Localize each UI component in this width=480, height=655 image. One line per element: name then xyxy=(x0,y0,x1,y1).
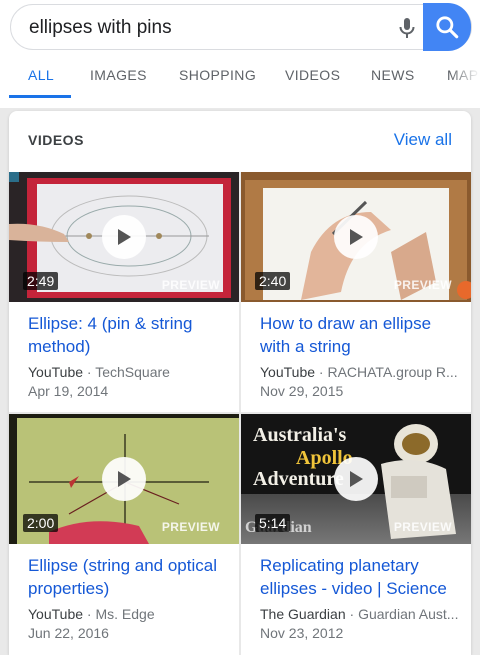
video-result-1[interactable]: 2:49 PREVIEW Ellipse: 4 (pin & string me… xyxy=(9,172,239,412)
tab-images[interactable]: IMAGES xyxy=(90,62,147,98)
active-tab-indicator xyxy=(9,95,71,98)
video-result-4[interactable]: Australia's Apollo Adventure Guardian 5:… xyxy=(241,414,471,655)
microphone-icon[interactable] xyxy=(395,16,419,40)
video-channel: Guardian Aust... xyxy=(358,606,459,622)
search-input[interactable] xyxy=(29,15,369,41)
video-date: Apr 19, 2014 xyxy=(28,383,109,399)
tab-news[interactable]: NEWS xyxy=(371,62,415,98)
video-title[interactable]: Replicating planetary ellipses - video |… xyxy=(260,554,460,600)
tabs-fade xyxy=(450,62,480,92)
video-duration: 2:00 xyxy=(23,514,59,532)
preview-label: PREVIEW xyxy=(161,520,220,534)
search-tabs: ALL IMAGES SHOPPING VIDEOS NEWS MAP xyxy=(0,62,480,100)
video-date: Jun 22, 2016 xyxy=(28,625,109,641)
video-duration: 2:40 xyxy=(255,272,291,290)
preview-label: PREVIEW xyxy=(393,278,452,292)
tab-shopping[interactable]: SHOPPING xyxy=(179,62,256,98)
play-icon xyxy=(102,215,146,259)
play-icon xyxy=(334,457,378,501)
video-source: The Guardian · Guardian Aust... xyxy=(260,606,459,622)
view-all-link[interactable]: View all xyxy=(394,130,452,150)
play-icon xyxy=(334,215,378,259)
search-icon xyxy=(436,16,459,39)
video-title[interactable]: Ellipse (string and optical properties) xyxy=(28,554,228,600)
videos-card-title: VIDEOS xyxy=(28,132,84,148)
video-source-name: YouTube xyxy=(260,364,316,380)
video-thumbnail[interactable]: 2:40 PREVIEW xyxy=(241,172,471,302)
preview-label: PREVIEW xyxy=(393,520,452,534)
search-button[interactable] xyxy=(423,3,471,51)
video-channel: RACHATA.group R... xyxy=(327,364,458,380)
video-result-3[interactable]: 2:00 PREVIEW Ellipse (string and optical… xyxy=(9,414,239,655)
preview-label: PREVIEW xyxy=(161,278,220,292)
video-thumbnail[interactable]: Australia's Apollo Adventure Guardian 5:… xyxy=(241,414,471,544)
video-source: YouTube · Ms. Edge xyxy=(28,606,155,622)
video-result-2[interactable]: 2:40 PREVIEW How to draw an ellipse with… xyxy=(241,172,471,412)
video-duration: 5:14 xyxy=(255,514,291,532)
tab-videos[interactable]: VIDEOS xyxy=(285,62,340,98)
video-channel: TechSquare xyxy=(95,364,170,380)
grid-divider-horizontal xyxy=(9,412,471,414)
video-source: YouTube · TechSquare xyxy=(28,364,170,380)
video-duration: 2:49 xyxy=(23,272,59,290)
tab-all[interactable]: ALL xyxy=(28,62,54,98)
video-title[interactable]: How to draw an ellipse with a string xyxy=(260,312,460,358)
video-source-name: YouTube xyxy=(28,364,84,380)
videos-card: VIDEOS View all 2:49 PREVIEW Ellipse: 4 … xyxy=(9,111,471,655)
search-box xyxy=(10,4,472,50)
video-source: YouTube · RACHATA.group R... xyxy=(260,364,458,380)
video-channel: Ms. Edge xyxy=(95,606,155,622)
play-icon xyxy=(102,457,146,501)
thumbnail-text-line-1: Australia's xyxy=(253,424,347,446)
top-bar: ALL IMAGES SHOPPING VIDEOS NEWS MAP xyxy=(0,0,480,108)
video-title[interactable]: Ellipse: 4 (pin & string method) xyxy=(28,312,228,358)
thumbnail-text-line-3: Adventure xyxy=(253,468,344,490)
video-source-name: YouTube xyxy=(28,606,84,622)
video-date: Nov 29, 2015 xyxy=(260,383,344,399)
video-source-name: The Guardian xyxy=(260,606,346,622)
video-date: Nov 23, 2012 xyxy=(260,625,344,641)
video-thumbnail[interactable]: 2:49 PREVIEW xyxy=(9,172,239,302)
video-thumbnail[interactable]: 2:00 PREVIEW xyxy=(9,414,239,544)
